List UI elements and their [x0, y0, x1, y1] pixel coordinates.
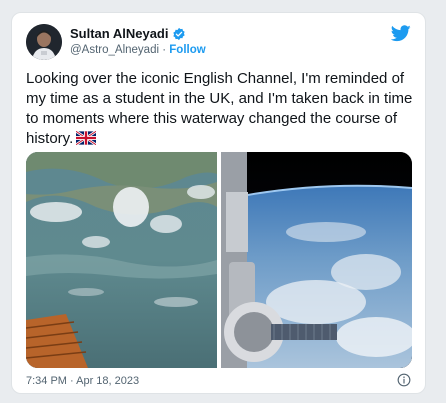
info-icon[interactable]	[397, 373, 411, 392]
iss-photo	[221, 152, 412, 368]
author-name-row: Sultan AlNeyadi	[70, 26, 186, 41]
tweet-card: Sultan AlNeyadi @Astro_Alneyadi · Follow…	[11, 12, 426, 394]
tweet-timestamp[interactable]: 7:34 PM · Apr 18, 2023	[26, 375, 139, 387]
avatar[interactable]	[26, 24, 62, 60]
uk-flag-icon	[75, 130, 97, 151]
display-name[interactable]: Sultan AlNeyadi	[70, 26, 168, 41]
handle-separator: ·	[159, 44, 170, 56]
tweet-text: Looking over the iconic English Channel,…	[26, 69, 416, 151]
follow-link[interactable]: Follow	[169, 44, 205, 56]
twitter-bird-icon[interactable]	[390, 25, 411, 47]
handle-row: @Astro_Alneyadi · Follow	[70, 44, 206, 56]
tweet-media[interactable]	[26, 152, 412, 368]
verified-badge-icon	[172, 27, 186, 41]
channel-photo	[26, 152, 217, 368]
handle[interactable]: @Astro_Alneyadi	[70, 44, 159, 56]
